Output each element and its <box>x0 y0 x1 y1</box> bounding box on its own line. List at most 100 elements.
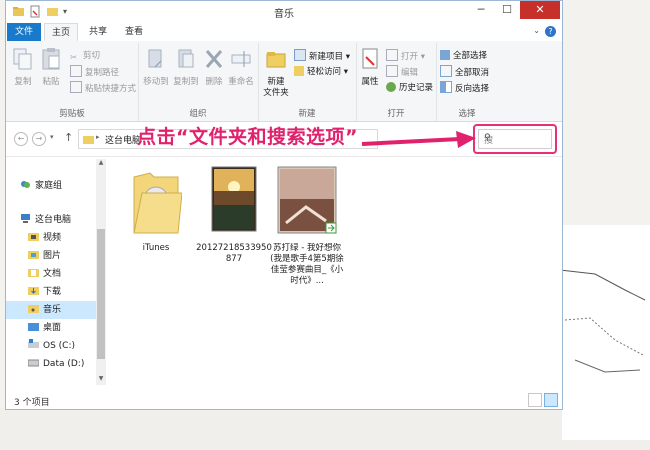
file-name: 苏打绿 - 我好想你 (我是歌手4第5期徐佳莹参赛曲目_《小时代》... <box>270 243 344 286</box>
nav-pictures[interactable]: 图片 <box>28 247 61 265</box>
nav-homegroup-label: 家庭组 <box>35 181 63 191</box>
downloads-folder-icon <box>28 287 39 295</box>
history-button[interactable]: 历史记录 <box>386 81 433 95</box>
item-count: 3 个项目 <box>14 398 50 408</box>
paste-icon <box>42 48 60 70</box>
nav-drive-d[interactable]: Data (D:) <box>28 355 84 373</box>
window-controls: ─ ☐ ✕ <box>468 1 560 19</box>
copy-to-button[interactable]: 复制到 <box>172 47 200 88</box>
open-button[interactable]: 打开 ▾ <box>386 49 425 63</box>
group-open: 属性 打开 ▾ 编辑 历史记录 打开 <box>356 43 437 121</box>
group-new: 新建 文件夹 新建项目 ▾ 轻松访问 ▾ 新建 <box>258 43 357 121</box>
nav-homegroup[interactable]: 家庭组 <box>20 177 62 195</box>
annotation-highlight-box <box>473 124 557 154</box>
nav-this-pc-label: 这台电脑 <box>35 215 72 225</box>
breadcrumb-separator-icon: ▸ <box>96 133 100 141</box>
help-icon[interactable]: ? <box>545 26 556 37</box>
open-icon <box>386 49 398 61</box>
new-item-icon <box>294 49 306 61</box>
nav-downloads[interactable]: 下载 <box>28 283 61 301</box>
edit-button[interactable]: 编辑 <box>386 65 418 79</box>
select-all-icon <box>440 50 450 60</box>
video-thumbnail <box>277 166 337 234</box>
history-icon <box>386 82 396 92</box>
back-button[interactable]: ← <box>14 132 28 146</box>
paste-label: 粘贴 <box>42 77 60 87</box>
delete-button[interactable]: 删除 <box>202 47 226 88</box>
maximize-button[interactable]: ☐ <box>494 1 520 19</box>
select-none-button[interactable]: 全部取消 <box>440 65 489 79</box>
folder-icon <box>83 136 94 144</box>
close-button[interactable]: ✕ <box>520 1 560 19</box>
up-icon[interactable]: ↑ <box>64 131 73 144</box>
scroll-down-icon[interactable]: ▼ <box>96 375 106 385</box>
file-item-folder[interactable]: iTunes <box>118 163 194 254</box>
paste-shortcut-label: 粘贴快捷方式 <box>85 84 137 94</box>
file-name: iTunes <box>142 243 170 253</box>
properties-button[interactable]: 属性 <box>358 47 382 88</box>
title-bar: ▾ 音乐 ─ ☐ ✕ <box>6 1 562 23</box>
edit-label: 编辑 <box>401 68 419 78</box>
tab-home[interactable]: 主页 <box>44 23 78 41</box>
details-view-button[interactable] <box>528 393 542 407</box>
videos-folder-icon <box>28 233 39 241</box>
large-icons-view-button[interactable] <box>544 393 558 407</box>
open-label: 打开 <box>401 52 419 62</box>
paste-shortcut-icon <box>70 81 82 93</box>
nav-pictures-label: 图片 <box>43 251 62 261</box>
move-to-button[interactable]: 移动到 <box>142 47 170 88</box>
copy-path-button[interactable]: 复制路径 <box>70 65 119 79</box>
music-folder-icon <box>28 305 39 313</box>
nav-documents-label: 文档 <box>43 269 62 279</box>
recent-locations-icon[interactable]: ▾ <box>50 133 54 141</box>
minimize-ribbon-icon[interactable]: ⌄ <box>533 26 540 35</box>
copy-button[interactable]: 复制 <box>10 47 36 88</box>
delete-label: 删除 <box>205 77 223 87</box>
paste-button[interactable]: 粘贴 <box>38 47 64 88</box>
rename-button[interactable]: 重命名 <box>228 47 254 88</box>
homegroup-icon <box>21 181 30 188</box>
copy-to-icon <box>178 49 194 68</box>
invert-selection-button[interactable]: 反向选择 <box>440 81 489 95</box>
folder-icon <box>133 172 183 234</box>
clipboard-group-label: 剪贴板 <box>59 109 85 119</box>
nav-music[interactable]: 音乐 <box>6 301 96 319</box>
select-all-button[interactable]: 全部选择 <box>440 49 487 63</box>
background-strip <box>0 408 650 450</box>
scissors-icon: ✂ <box>70 53 78 63</box>
breadcrumb[interactable]: 这台电脑 <box>105 133 141 146</box>
select-group-label: 选择 <box>458 109 476 119</box>
ribbon-tabs: 文件 主页 共享 查看 ⌄ ? <box>6 23 562 42</box>
nav-desktop-label: 桌面 <box>43 323 62 333</box>
file-item-video[interactable]: 苏打绿 - 我好想你 (我是歌手4第5期徐佳莹参赛曲目_《小时代》... <box>268 163 346 287</box>
easy-access-label: 轻松访问 <box>307 67 342 77</box>
background-sketch <box>559 269 646 373</box>
forward-button[interactable]: → <box>32 132 46 146</box>
group-select: 全部选择 全部取消 反向选择 选择 <box>436 43 498 121</box>
copy-to-label: 复制到 <box>173 77 199 87</box>
tab-share[interactable]: 共享 <box>82 23 114 41</box>
tab-file[interactable]: 文件 <box>7 23 41 41</box>
nav-this-pc[interactable]: 这台电脑 <box>20 211 71 229</box>
scroll-thumb[interactable] <box>97 229 105 359</box>
new-folder-label: 新建 文件夹 <box>263 77 289 98</box>
new-item-button[interactable]: 新建项目 ▾ <box>294 49 350 63</box>
nav-drive-c[interactable]: OS (C:) <box>28 337 75 355</box>
nav-music-label: 音乐 <box>43 305 62 315</box>
tab-view[interactable]: 查看 <box>118 23 150 41</box>
easy-access-button[interactable]: 轻松访问 ▾ <box>294 65 348 79</box>
cut-button[interactable]: ✂ 剪切 <box>70 49 100 63</box>
nav-scrollbar[interactable]: ▲ ▼ <box>96 159 106 385</box>
nav-desktop[interactable]: 桌面 <box>28 319 61 337</box>
computer-icon <box>21 214 30 223</box>
new-folder-button[interactable]: 新建 文件夹 <box>262 47 290 99</box>
paste-shortcut-button[interactable]: 粘贴快捷方式 <box>70 81 136 95</box>
scroll-up-icon[interactable]: ▲ <box>96 159 106 169</box>
nav-documents[interactable]: 文档 <box>28 265 61 283</box>
minimize-button[interactable]: ─ <box>468 1 494 19</box>
nav-videos[interactable]: 视频 <box>28 229 61 247</box>
file-item-image[interactable]: 20127218533950877 <box>196 163 272 265</box>
invert-selection-label: 反向选择 <box>455 84 490 94</box>
navigation-pane: 家庭组 这台电脑 视频 图片 文档 下载 音乐 桌面 OS (C:) Data … <box>6 157 106 387</box>
move-to-icon <box>148 49 162 68</box>
